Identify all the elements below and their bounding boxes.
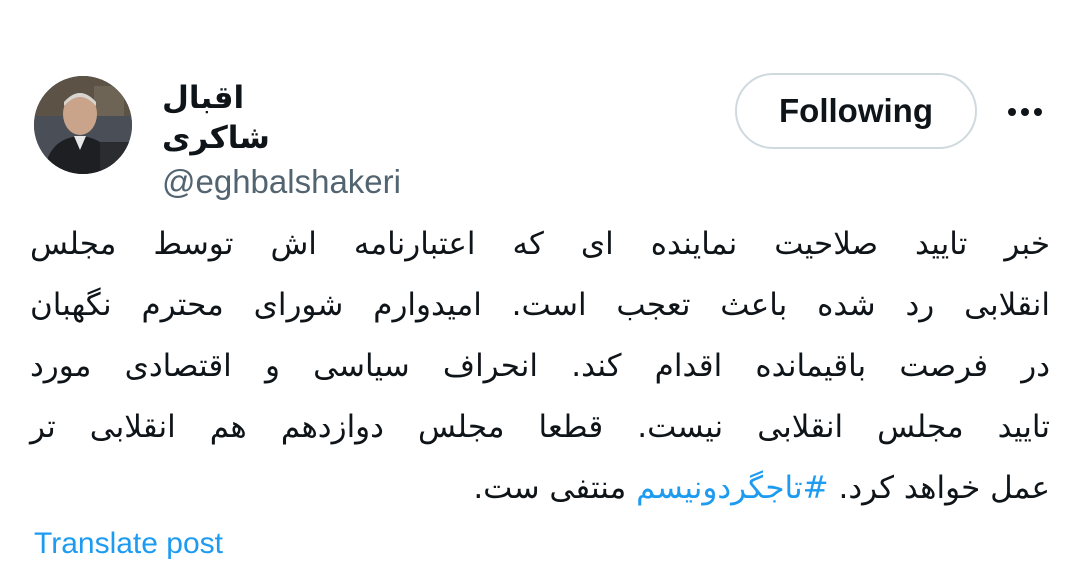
avatar[interactable] (34, 76, 132, 174)
ellipsis-icon (1008, 108, 1042, 116)
tweet-text-line: خبر تایید صلاحیت نماینده ای که اعتبارنام… (30, 226, 1050, 262)
tweet-text-line: انقلابی رد شده باعث تعجب است. امیدوارم ش… (30, 287, 1050, 323)
tweet-text: خبر تایید صلاحیت نماینده ای که اعتبارنام… (30, 214, 1050, 519)
author-handle[interactable]: @eghbalshakeri (162, 160, 582, 204)
avatar-image (34, 76, 132, 174)
tweet-text-line: تایید مجلس انقلابی نیست. قطعا مجلس دوازد… (30, 409, 1050, 445)
tweet-card: اقبال شاکری @eghbalshakeri Following خبر… (0, 0, 1080, 569)
author-info: اقبال شاکری @eghbalshakeri (162, 78, 582, 204)
translate-post-link[interactable]: Translate post (34, 524, 223, 564)
more-options-button[interactable] (1000, 92, 1050, 132)
author-display-name[interactable]: اقبال شاکری (162, 78, 362, 158)
tweet-text-fragment: منتفی ست. (473, 470, 637, 506)
tweet-text-line: در فرصت باقیمانده اقدام کند. انحراف سیاس… (30, 348, 1050, 384)
hashtag-link[interactable]: #تاجگردونیسم (636, 470, 828, 506)
tweet-header: اقبال شاکری @eghbalshakeri Following (0, 0, 1080, 200)
tweet-text-fragment: عمل خواهد کرد. (828, 470, 1050, 506)
tweet-text-line-last: عمل خواهد کرد. #تاجگردونیسم منتفی ست. (30, 458, 1050, 519)
following-button[interactable]: Following (735, 73, 977, 149)
